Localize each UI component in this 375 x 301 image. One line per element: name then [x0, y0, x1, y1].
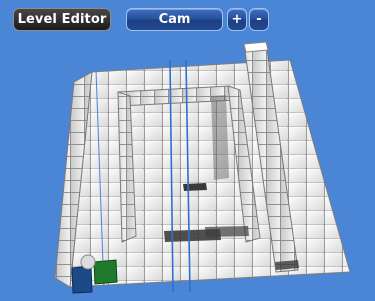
shadow-gap-5 [211, 95, 229, 180]
shadow-gap-3 [205, 226, 249, 237]
player-cube-dark[interactable] [71, 265, 93, 294]
right-column-top [243, 41, 269, 53]
shadow-gap-1 [183, 183, 207, 191]
level-3d-scene[interactable] [0, 0, 375, 301]
player-cube-green[interactable] [93, 259, 118, 285]
zoom-out-button[interactable]: - [249, 8, 269, 31]
camera-button[interactable]: Cam [126, 8, 223, 31]
player-sphere[interactable] [80, 254, 96, 270]
level-editor-viewport[interactable]: Level Editor Cam + - [0, 0, 375, 301]
level-editor-title: Level Editor [13, 8, 111, 31]
zoom-in-button[interactable]: + [227, 8, 247, 31]
